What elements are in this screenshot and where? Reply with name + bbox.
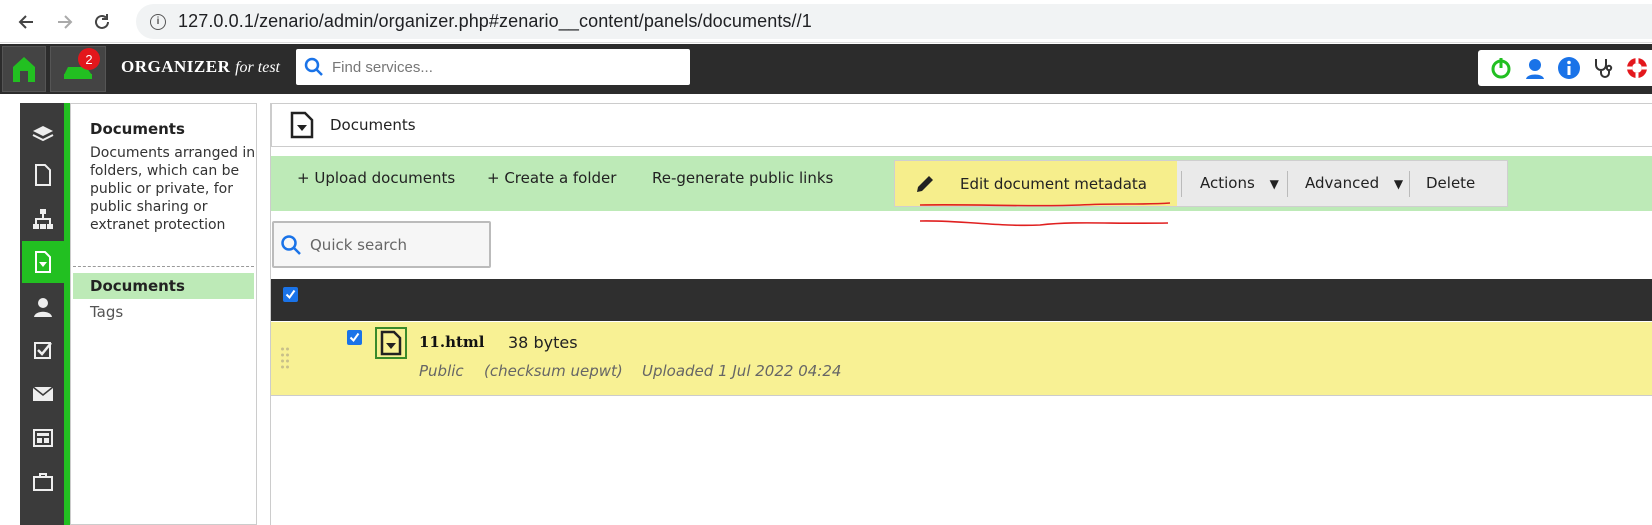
rail-item-documents[interactable] — [22, 241, 64, 283]
layout-icon — [33, 429, 53, 447]
sidebar-divider — [73, 266, 254, 267]
drag-handle-icon[interactable] — [280, 346, 290, 370]
home-icon — [13, 57, 35, 82]
triangle-down-icon: ▼ — [1393, 177, 1404, 191]
admin-topbar: 2 ORGANIZER for test Find services... — [0, 44, 1652, 94]
document-icon — [35, 251, 51, 273]
search-icon — [281, 234, 301, 255]
document-icon — [380, 330, 402, 356]
edit-metadata-label: Edit document metadata — [960, 174, 1147, 193]
reload-icon — [95, 14, 109, 29]
person-icon — [34, 298, 52, 317]
rail-item-tasks[interactable] — [22, 329, 64, 371]
upload-documents-button[interactable]: + Upload documents — [297, 169, 455, 187]
info-icon[interactable] — [1556, 55, 1582, 81]
find-services-input[interactable]: Find services... — [296, 49, 690, 85]
create-folder-button[interactable]: + Create a folder — [487, 169, 616, 187]
separator — [1409, 171, 1410, 197]
back-button[interactable] — [12, 8, 40, 36]
layers-icon — [32, 126, 54, 142]
home-button[interactable] — [2, 46, 46, 92]
url-text: 127.0.0.1/zenario/admin/organizer.php#ze… — [178, 11, 812, 31]
address-bar[interactable]: i 127.0.0.1/zenario/admin/organizer.php#… — [136, 4, 1652, 39]
topbar-tools — [1478, 50, 1652, 86]
checksum-text: (checksum uepwt) — [484, 362, 623, 380]
file-icon — [375, 327, 407, 359]
checkmark-icon — [285, 289, 296, 300]
checkmark-icon — [349, 332, 360, 343]
panel-header: Documents — [271, 103, 1652, 147]
actions-dropdown[interactable]: Actions ▼ — [1200, 174, 1279, 192]
briefcase-icon — [33, 473, 53, 491]
help-lifebuoy-icon[interactable] — [1624, 55, 1650, 81]
selection-actions-group: Edit document metadata Actions ▼ Advance… — [894, 160, 1508, 207]
stethoscope-icon[interactable] — [1590, 55, 1616, 81]
file-name: 11.html — [419, 333, 485, 351]
privacy-status: Public — [419, 362, 464, 380]
panel-sidebar: Documents Documents arranged in folders,… — [70, 103, 257, 525]
sidebar-item-tags[interactable]: Tags — [73, 299, 254, 325]
quick-search-placeholder: Quick search — [310, 235, 408, 254]
delete-button[interactable]: Delete — [1426, 174, 1475, 192]
main-panel: Documents + Upload documents + Create a … — [270, 103, 1652, 525]
app-title: ORGANIZER for test — [121, 57, 280, 77]
user-icon[interactable] — [1522, 55, 1548, 81]
separator — [1181, 171, 1182, 197]
panel-title: Documents — [330, 116, 416, 134]
regenerate-links-button[interactable]: Re-generate public links — [652, 169, 833, 187]
search-icon — [304, 57, 323, 76]
sidebar-description: Documents arranged in folders, which can… — [90, 145, 256, 233]
triangle-down-icon: ▼ — [1269, 177, 1279, 191]
rail-item-users[interactable] — [22, 286, 64, 328]
advanced-label: Advanced — [1305, 174, 1380, 192]
back-arrow-icon — [18, 15, 33, 29]
checkbox-icon — [34, 342, 52, 359]
action-toolbar: + Upload documents + Create a folder Re-… — [271, 156, 1652, 211]
select-all-checkbox[interactable] — [283, 287, 298, 302]
envelope-icon — [32, 386, 54, 401]
page-icon — [35, 164, 51, 186]
rail-item-sitemap[interactable] — [22, 198, 64, 240]
file-size: 38 bytes — [508, 333, 578, 352]
pencil-icon — [917, 175, 933, 192]
upload-date: Uploaded 1 Jul 2022 04:24 — [642, 362, 842, 380]
brand-name: ORGANIZER — [121, 57, 231, 76]
reload-button[interactable] — [88, 8, 116, 36]
rail-item-layers[interactable] — [22, 113, 64, 155]
quick-search-input[interactable]: Quick search — [272, 221, 491, 268]
edit-metadata-button[interactable]: Edit document metadata — [895, 161, 1177, 206]
site-info-icon[interactable]: i — [150, 13, 166, 30]
table-row[interactable]: 11.html 38 bytes Public (checksum uepwt)… — [271, 322, 1652, 396]
rail-item-modules[interactable] — [22, 461, 64, 503]
sitemap-icon — [33, 209, 53, 229]
notification-badge[interactable]: 2 — [78, 48, 100, 70]
forward-arrow-icon — [58, 15, 73, 29]
find-services-placeholder: Find services... — [332, 58, 433, 76]
sidebar-title: Documents — [90, 120, 185, 138]
separator — [1287, 171, 1288, 197]
browser-toolbar: i 127.0.0.1/zenario/admin/organizer.php#… — [0, 0, 1652, 43]
advanced-dropdown[interactable]: Advanced ▼ — [1305, 174, 1403, 192]
brand-suffix: for test — [235, 59, 280, 76]
rail-item-layouts[interactable] — [22, 417, 64, 459]
rail-item-email[interactable] — [22, 373, 64, 415]
row-checkbox[interactable] — [347, 330, 362, 345]
actions-label: Actions — [1200, 174, 1255, 192]
document-icon — [290, 111, 314, 139]
power-icon[interactable] — [1488, 55, 1514, 81]
rail-item-pages[interactable] — [22, 154, 64, 196]
forward-button[interactable] — [51, 8, 79, 36]
list-header — [271, 279, 1652, 321]
sidebar-item-documents[interactable]: Documents — [73, 273, 254, 299]
nav-rail — [20, 103, 72, 525]
